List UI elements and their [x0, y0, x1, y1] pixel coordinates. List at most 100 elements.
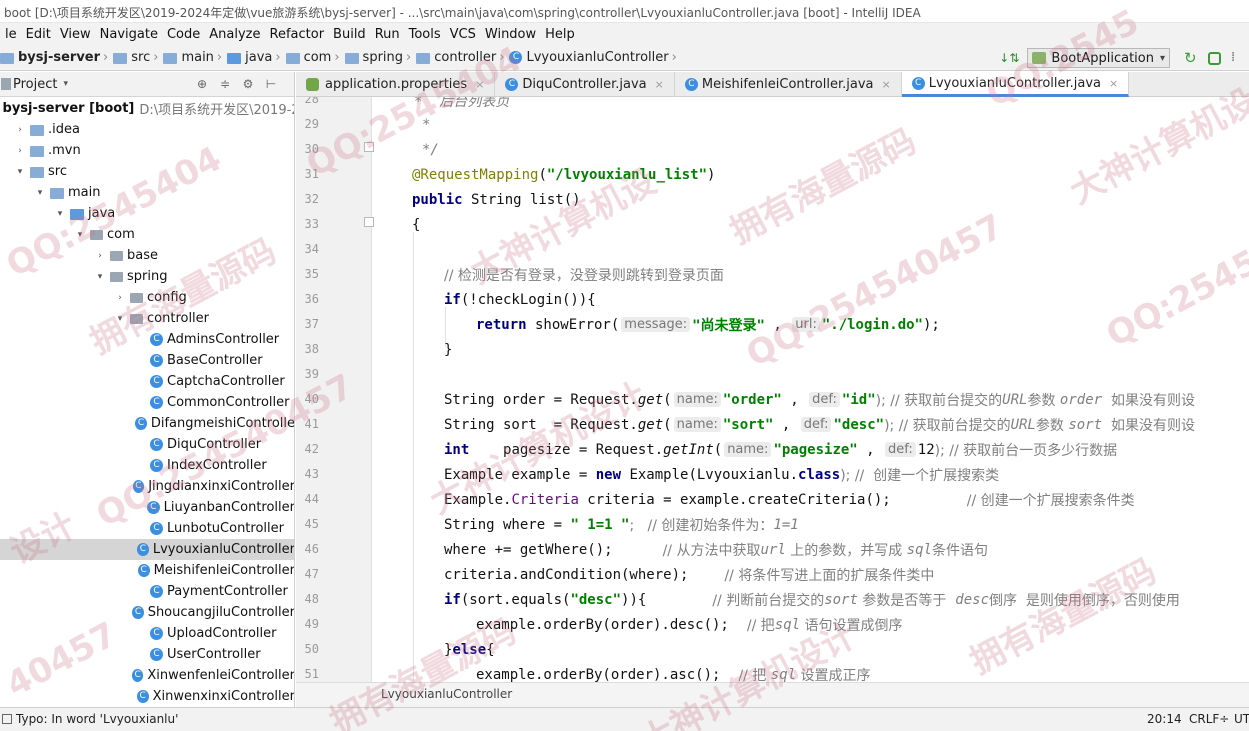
menu-navigate[interactable]: Navigate: [97, 27, 164, 42]
tree-item[interactable]: C UserController: [0, 644, 294, 665]
tab-label: application.properties: [325, 77, 468, 92]
tree-item[interactable]: C XinwenxinxiController: [0, 686, 294, 707]
hide-panel-icon[interactable]: ⊢: [264, 77, 278, 91]
chevron-right-icon[interactable]: ›: [94, 251, 106, 261]
tree-item[interactable]: ▾bysj-server [boot]D:\项目系统开发区\2019-2024: [0, 98, 294, 119]
tree-item[interactable]: C MeishifenleiController: [0, 560, 294, 581]
breadcrumb-com[interactable]: com: [304, 50, 332, 65]
tree-item[interactable]: C LunbotuController: [0, 518, 294, 539]
menu-analyze[interactable]: Analyze: [206, 27, 266, 42]
class-icon: C: [150, 396, 163, 409]
chevron-down-icon[interactable]: ▾: [34, 188, 46, 198]
chevron-down-icon[interactable]: ▾: [74, 230, 86, 240]
class-icon: C: [150, 585, 163, 598]
tree-item-label: DiquController: [167, 437, 262, 452]
breadcrumb-spring[interactable]: spring: [363, 50, 403, 65]
menu-help[interactable]: Help: [542, 27, 581, 42]
tree-item[interactable]: C LvyouxianluController: [0, 539, 294, 560]
tree-item-label: .mvn: [48, 143, 81, 158]
chevron-down-icon[interactable]: ▾: [114, 314, 126, 324]
tab-diqu-controller[interactable]: C DiquController.java ×: [495, 72, 675, 97]
chevron-down-icon[interactable]: ▾: [63, 79, 68, 89]
code-content[interactable]: * 后台列表页 * */ @RequestMapping("/lvyouxian…: [296, 97, 1249, 682]
tree-item[interactable]: ▾ com: [0, 224, 294, 245]
tree-item[interactable]: C CaptchaController: [0, 371, 294, 392]
project-panel-title[interactable]: Project: [13, 77, 57, 92]
menu-view[interactable]: View: [57, 27, 97, 42]
menu-build[interactable]: Build: [330, 27, 372, 42]
locate-icon[interactable]: ⊕: [195, 77, 209, 91]
breadcrumb-project[interactable]: bysj-server: [18, 50, 100, 65]
status-message[interactable]: Typo: In word 'Lvyouxianlu': [16, 712, 178, 726]
tree-item[interactable]: C PaymentController: [0, 581, 294, 602]
gear-icon[interactable]: ⚙: [241, 77, 255, 91]
file-encoding[interactable]: UT: [1234, 712, 1249, 726]
close-icon[interactable]: ×: [655, 78, 664, 91]
tree-item[interactable]: C XinwenfenleiController: [0, 665, 294, 686]
tab-lvyouxianlu-controller[interactable]: C LvyouxianluController.java ×: [901, 72, 1130, 97]
sort-icon[interactable]: ↓⇅: [999, 51, 1019, 65]
tree-item[interactable]: ▾ spring: [0, 266, 294, 287]
class-icon: C: [150, 438, 163, 451]
project-panel: Project ▾ ⊕ ≑ ⚙ ⊢ ▾ bysj-server [boot] D:\…: [0, 72, 295, 707]
parameter-hint: def:: [885, 442, 916, 457]
menu-window[interactable]: Window: [482, 27, 542, 42]
run-configuration-select[interactable]: BootApplication ▾: [1027, 48, 1170, 68]
collapse-all-icon[interactable]: ≑: [218, 77, 232, 91]
tree-item[interactable]: C BaseController: [0, 350, 294, 371]
coverage-icon[interactable]: [1208, 51, 1221, 65]
menu-edit[interactable]: Edit: [23, 27, 57, 42]
code-editor[interactable]: 28 29 30 31 32 33 34 35 36 37 38 39 40 41 42 43 44 45 46 47…: [296, 97, 1249, 682]
chevron-right-icon[interactable]: ›: [14, 146, 26, 156]
tree-item[interactable]: ▾ controller: [0, 308, 294, 329]
class-icon: C: [132, 606, 144, 619]
rerun-icon[interactable]: ↻: [1184, 51, 1198, 66]
chevron-right-icon[interactable]: ›: [14, 125, 26, 135]
tree-item[interactable]: C ShoucangjiluController: [0, 602, 294, 623]
package-icon: [285, 53, 300, 64]
menu-file[interactable]: le: [2, 27, 23, 42]
tree-item[interactable]: › config: [0, 287, 294, 308]
close-icon[interactable]: ×: [881, 78, 890, 91]
tree-item[interactable]: › .idea: [0, 119, 294, 140]
tree-item[interactable]: C UploadController: [0, 623, 294, 644]
tree-item[interactable]: C DiquController: [0, 434, 294, 455]
parameter-hint: def:: [800, 417, 832, 432]
breadcrumb-controller[interactable]: controller: [434, 50, 496, 65]
code-line-30: */: [422, 141, 439, 158]
tab-application-properties[interactable]: application.properties ×: [296, 72, 496, 97]
more-icon[interactable]: ⁞: [1231, 51, 1245, 65]
tab-meishifenlei-controller[interactable]: C MeishifenleiController.java ×: [675, 72, 902, 97]
menu-refactor[interactable]: Refactor: [267, 27, 331, 42]
tree-item[interactable]: C DifangmeishiControlle: [0, 413, 294, 434]
tree-item[interactable]: C JingdianxinxiController: [0, 476, 294, 497]
menu-vcs[interactable]: VCS: [447, 27, 482, 42]
line-separator[interactable]: CRLF÷: [1189, 712, 1229, 726]
tree-item[interactable]: ▾ main: [0, 182, 294, 203]
editor-breadcrumb[interactable]: LvyouxianluController: [381, 687, 512, 701]
breadcrumb-src[interactable]: src: [131, 50, 150, 65]
tree-item[interactable]: › .mvn: [0, 140, 294, 161]
menu-code[interactable]: Code: [164, 27, 206, 42]
parameter-hint: name:: [673, 417, 721, 432]
breadcrumb-main[interactable]: main: [181, 50, 213, 65]
tree-item[interactable]: C AdminsController: [0, 329, 294, 350]
caret-position[interactable]: 20:14: [1147, 712, 1182, 726]
tree-item-label: UploadController: [167, 626, 277, 641]
breadcrumb-java[interactable]: java: [245, 50, 272, 65]
breadcrumb-class[interactable]: LvyouxianluController: [526, 50, 668, 65]
chevron-down-icon[interactable]: ▾: [54, 209, 66, 219]
chevron-down-icon[interactable]: ▾: [94, 272, 106, 282]
tree-item[interactable]: C LiuyanbanController: [0, 497, 294, 518]
chevron-down-icon[interactable]: ▾: [14, 167, 26, 177]
menu-tools[interactable]: Tools: [406, 27, 447, 42]
tree-item[interactable]: C CommonController: [0, 392, 294, 413]
menu-run[interactable]: Run: [372, 27, 406, 42]
close-icon[interactable]: ×: [475, 78, 484, 91]
tree-item[interactable]: ▾ java: [0, 203, 294, 224]
tree-item[interactable]: ▾ src: [0, 161, 294, 182]
tree-item[interactable]: C IndexController: [0, 455, 294, 476]
chevron-right-icon[interactable]: ›: [114, 293, 126, 303]
close-icon[interactable]: ×: [1109, 77, 1118, 90]
tree-item[interactable]: › base: [0, 245, 294, 266]
